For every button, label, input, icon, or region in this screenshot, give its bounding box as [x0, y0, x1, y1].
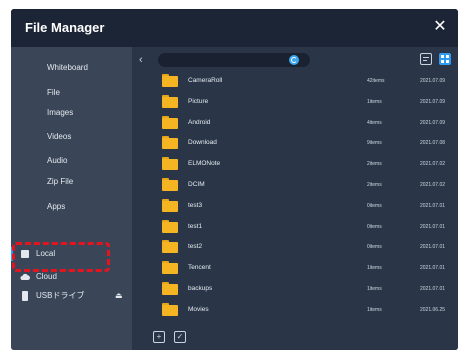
file-row[interactable]: test1 0items 2021.07.01: [132, 218, 458, 238]
file-name: backups: [188, 285, 213, 292]
file-name: test3: [188, 201, 203, 209]
file-name: ELMONote: [188, 160, 221, 168]
window-title: File Manager: [25, 20, 105, 35]
file-name: Movies: [188, 305, 209, 313]
folder-icon: [162, 136, 178, 150]
select-mode-icon[interactable]: ✓: [174, 331, 186, 343]
sidebar-item-label: Images: [47, 108, 74, 117]
file-item-count: 1items: [367, 265, 382, 272]
file-row[interactable]: backups 1items 2021.07.01: [132, 280, 458, 300]
file-row[interactable]: test3 0items 2021.07.01: [132, 197, 458, 217]
file-item-count: 42items: [367, 78, 385, 84]
sidebar-item-label: Zip File: [47, 177, 74, 186]
file-row[interactable]: Download 9items 2021.07.08: [132, 134, 458, 154]
file-row[interactable]: Picture 1items 2021.07.09: [132, 93, 458, 113]
sidebar-item-apps[interactable]: Apps: [11, 196, 132, 218]
file-name: test1: [188, 222, 203, 230]
file-date: 2021.07.09: [420, 78, 446, 84]
sidebar: Whiteboard File Images Videos Audio Zip …: [11, 47, 132, 350]
file-item-count: 2items: [367, 161, 382, 168]
sidebar-item-audio[interactable]: Audio: [11, 150, 132, 172]
folder-icon: [162, 157, 178, 171]
file-item-count: 0items: [367, 244, 382, 251]
file-date: 2021.07.02: [420, 182, 446, 188]
file-manager-window: File Manager ✕ Whiteboard File Images Vi…: [11, 9, 458, 350]
folder-icon: [162, 198, 178, 212]
folder-icon: [162, 282, 178, 295]
sidebar-item-local[interactable]: Local: [11, 243, 132, 265]
usb-icon: [22, 291, 28, 301]
path-bar[interactable]: [158, 53, 310, 67]
folder-icon: [162, 302, 178, 316]
bottom-toolbar: + ✓: [132, 323, 458, 350]
chevron-left-icon[interactable]: ‹: [139, 54, 143, 66]
folder-icon: [162, 94, 178, 108]
file-name: Download: [188, 139, 217, 147]
file-name: Picture: [188, 97, 209, 105]
sidebar-item-label: Apps: [47, 202, 66, 211]
file-name: CameraRoll: [188, 77, 223, 84]
file-date: 2021.07.01: [420, 265, 446, 272]
file-name: DCIM: [188, 181, 205, 188]
file-date: 2021.07.01: [420, 223, 446, 230]
refresh-icon[interactable]: [289, 55, 299, 65]
file-item-count: 1items: [367, 98, 382, 105]
sidebar-item-label: Videos: [47, 132, 72, 141]
file-row[interactable]: Movies 1items 2021.06.25: [132, 301, 458, 321]
sidebar-item-file[interactable]: File: [11, 82, 132, 104]
sidebar-item-images[interactable]: Images: [11, 102, 132, 124]
sidebar-item-whiteboard[interactable]: Whiteboard: [11, 57, 132, 79]
folder-icon: [162, 74, 178, 87]
file-list-panel: ‹ CameraRoll 42items 2021.07.09 Picture 1ite…: [132, 47, 458, 350]
file-date: 2021.07.01: [420, 202, 446, 209]
file-date: 2021.07.09: [420, 119, 446, 126]
sidebar-item-label: File: [47, 88, 60, 97]
file-date: 2021.07.08: [420, 140, 446, 147]
file-item-count: 1items: [367, 286, 382, 292]
file-date: 2021.06.25: [420, 306, 446, 313]
file-name: Tencent: [188, 264, 211, 272]
folder-icon: [162, 219, 178, 233]
file-row[interactable]: test2 0items 2021.07.01: [132, 238, 458, 258]
file-date: 2021.07.01: [420, 286, 446, 292]
file-item-count: 1items: [367, 306, 382, 313]
new-folder-icon[interactable]: +: [153, 331, 165, 343]
file-item-count: 2items: [367, 182, 382, 188]
local-storage-icon: [21, 250, 29, 258]
file-row[interactable]: ELMONote 2items 2021.07.02: [132, 155, 458, 175]
folder-icon: [162, 261, 178, 275]
file-row[interactable]: CameraRoll 42items 2021.07.09: [132, 72, 458, 92]
sidebar-item-videos[interactable]: Videos: [11, 126, 132, 148]
file-item-count: 0items: [367, 202, 382, 209]
active-indicator: [11, 247, 13, 261]
file-item-count: 0items: [367, 223, 382, 230]
sidebar-item-zip-file[interactable]: Zip File: [11, 171, 132, 193]
file-row[interactable]: Android 4items 2021.07.09: [132, 114, 458, 134]
close-icon[interactable]: ✕: [430, 17, 450, 37]
sidebar-item-label: Whiteboard: [47, 63, 88, 72]
grid-view-icon[interactable]: [439, 53, 451, 65]
folder-icon: [162, 240, 178, 254]
list-view-icon[interactable]: [420, 53, 432, 65]
file-name: Android: [188, 118, 211, 126]
sidebar-item-label: USBドライブ: [36, 291, 85, 300]
file-date: 2021.07.02: [420, 161, 446, 168]
eject-icon[interactable]: ⏏: [115, 285, 123, 307]
folder-icon: [162, 178, 178, 191]
file-date: 2021.07.09: [420, 98, 446, 105]
sidebar-item-label: Local: [36, 249, 56, 258]
folder-icon: [162, 115, 178, 129]
file-row[interactable]: DCIM 2items 2021.07.02: [132, 176, 458, 196]
file-item-count: 4items: [367, 119, 382, 126]
file-item-count: 9items: [367, 140, 382, 147]
title-bar: File Manager ✕: [11, 9, 458, 47]
file-row[interactable]: Tencent 1items 2021.07.01: [132, 259, 458, 279]
file-name: test2: [188, 243, 203, 251]
file-date: 2021.07.01: [420, 244, 446, 251]
sidebar-item-usb-drive[interactable]: USBドライブ ⏏: [11, 285, 132, 307]
cloud-icon: [20, 273, 30, 280]
sidebar-item-label: Audio: [47, 156, 68, 165]
